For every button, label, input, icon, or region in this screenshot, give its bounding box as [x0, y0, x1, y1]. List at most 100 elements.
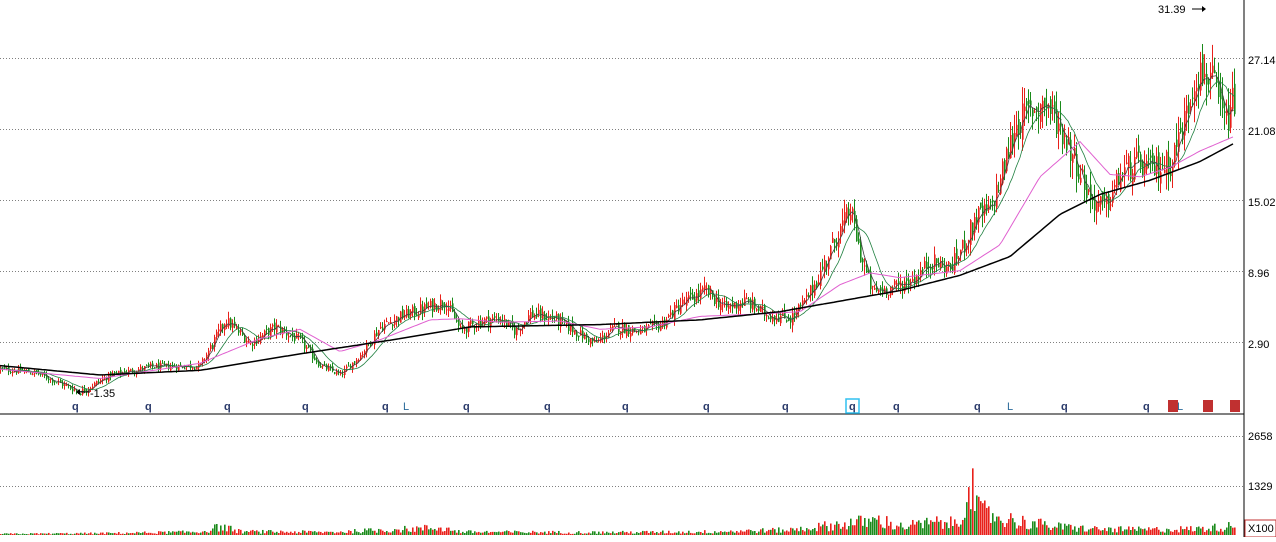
candle-body	[682, 299, 684, 305]
volume-bar	[720, 531, 722, 535]
volume-bar	[250, 530, 252, 535]
volume-bar	[88, 533, 90, 535]
candle-body	[1160, 172, 1162, 184]
volume-bar	[1128, 526, 1130, 535]
y-tick-label: 8.96	[1248, 268, 1269, 280]
candle-body	[266, 328, 268, 330]
volume-bar	[1228, 522, 1230, 535]
volume-bar	[582, 533, 584, 535]
volume-bar	[158, 531, 160, 535]
volume-bar	[794, 530, 796, 535]
candle-body	[1158, 152, 1160, 179]
volume-bar	[182, 530, 184, 535]
candle-body	[596, 341, 598, 343]
volume-bar	[156, 533, 158, 535]
candle-body	[334, 372, 336, 374]
volume-bar	[1042, 524, 1044, 535]
candle-body	[1110, 204, 1112, 206]
candle-body	[216, 331, 218, 338]
volume-bar	[280, 530, 282, 535]
volume-bar	[734, 532, 736, 535]
candle-body	[486, 316, 488, 319]
volume-bar	[358, 532, 360, 535]
volume-bar	[1006, 523, 1008, 535]
candle-body	[244, 335, 246, 343]
volume-bar	[1174, 529, 1176, 535]
volume-bar	[96, 533, 98, 535]
volume-bar	[1124, 529, 1126, 535]
volume-bar	[1210, 531, 1212, 535]
volume-bar	[356, 531, 358, 535]
volume-bar	[660, 531, 662, 535]
volume-bar	[600, 533, 602, 535]
candle-body	[984, 204, 986, 214]
volume-bar	[526, 533, 528, 535]
volume-bar	[450, 530, 452, 535]
volume-bar	[588, 532, 590, 535]
volume-bar	[136, 531, 138, 535]
candle-body	[1096, 201, 1098, 213]
volume-bar	[602, 531, 604, 535]
volume-bar	[260, 533, 262, 535]
volume-bar	[990, 522, 992, 535]
volume-bar	[1234, 527, 1236, 535]
volume-bar	[72, 534, 74, 535]
volume-bar	[38, 534, 40, 535]
candle-body	[956, 248, 958, 259]
candle-body	[80, 393, 82, 396]
volume-bar	[778, 527, 780, 535]
volume-bar	[1138, 526, 1140, 535]
volume-bar	[166, 533, 168, 535]
volume-bar	[578, 531, 580, 535]
volume-bar	[194, 532, 196, 535]
volume-bar	[1126, 529, 1128, 535]
candle-body	[1164, 170, 1166, 173]
candle-body	[1078, 173, 1080, 180]
volume-bar	[622, 530, 624, 535]
volume-bar	[234, 529, 236, 535]
volume-bar	[546, 533, 548, 535]
volume-bar	[1152, 528, 1154, 535]
volume-bar	[788, 531, 790, 535]
candle-body	[380, 326, 382, 329]
volume-bar	[230, 525, 232, 535]
volume-bar	[424, 524, 426, 535]
volume-bar	[468, 530, 470, 535]
candle-body	[140, 366, 142, 370]
volume-bar	[810, 530, 812, 535]
volume-bar	[378, 528, 380, 535]
volume-bar	[84, 532, 86, 535]
candle-body	[460, 326, 462, 328]
event-badge[interactable]	[1203, 400, 1213, 412]
event-badge[interactable]	[1230, 400, 1240, 412]
volume-bar	[614, 533, 616, 535]
candle-body	[96, 381, 98, 385]
candle-body	[1224, 111, 1226, 114]
volume-bar	[860, 515, 862, 535]
volume-bar	[60, 533, 62, 535]
volume-bar	[644, 531, 646, 535]
volume-bar	[774, 529, 776, 535]
volume-bar	[324, 531, 326, 535]
volume-bar	[520, 532, 522, 535]
event-badge[interactable]	[1168, 400, 1178, 412]
volume-bar	[926, 517, 928, 535]
volume-bar	[916, 521, 918, 535]
volume-bar	[244, 531, 246, 535]
candle-body	[650, 323, 652, 325]
candle-body	[720, 304, 722, 310]
candle-body	[746, 298, 748, 300]
candle-body	[1114, 184, 1116, 188]
candle-body	[864, 265, 866, 267]
candle-body	[532, 310, 534, 317]
volume-bar	[684, 533, 686, 535]
candle-body	[806, 294, 808, 297]
candle-body	[336, 371, 338, 375]
volume-bar	[120, 533, 122, 535]
volume-bar	[570, 533, 572, 535]
volume-bar	[344, 532, 346, 535]
volume-bar	[266, 531, 268, 535]
volume-bar	[328, 531, 330, 535]
candle-body	[700, 289, 702, 299]
volume-bar	[442, 531, 444, 535]
